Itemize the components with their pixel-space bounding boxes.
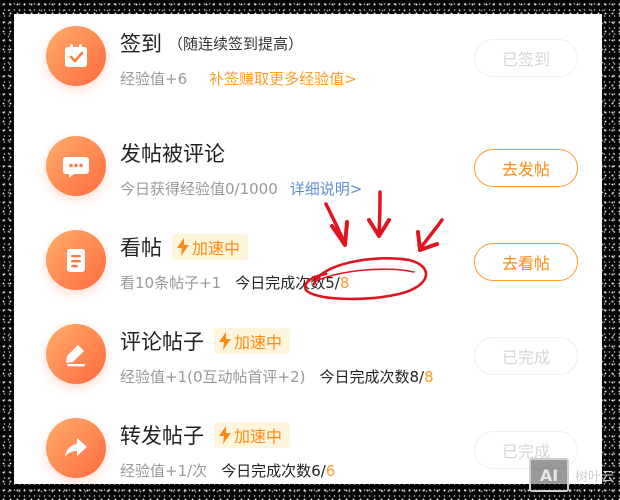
task-subtitle: 看10条帖子+1 今日完成次数5/8 <box>120 272 349 293</box>
completion-count: 今日完成次数6/6 <box>221 462 336 480</box>
watermark: AI 树叶云 <box>528 458 614 492</box>
task-subtitle: 经验值+6 补签赚取更多经验值> <box>120 68 357 89</box>
completed-button[interactable]: 已完成 <box>474 337 578 375</box>
document-icon <box>46 230 106 290</box>
speedup-badge: 加速中 <box>172 234 249 260</box>
task-title-note: （随连续签到提高） <box>168 34 304 53</box>
pen-icon <box>46 324 106 384</box>
task-row-checkin: 签到 （随连续签到提高） 经验值+6 补签赚取更多经验值> 已签到 <box>14 14 602 98</box>
task-list-card: 签到 （随连续签到提高） 经验值+6 补签赚取更多经验值> 已签到 发帖被评论 今… <box>14 14 602 484</box>
task-reward: 经验值+1(0互动帖首评+2) <box>120 368 306 386</box>
task-row-post-commented: 发帖被评论 今日获得经验值0/1000 详细说明> 去发帖 <box>14 116 602 208</box>
calendar-check-icon <box>46 26 106 86</box>
completion-count: 今日完成次数5/8 <box>235 274 350 292</box>
task-reward: 经验值+6 <box>120 70 188 88</box>
task-subtitle: 经验值+1/次 今日完成次数6/6 <box>120 460 335 481</box>
task-row-share-posts: 转发帖子 加速中 经验值+1/次 今日完成次数6/6 已完成 <box>14 398 602 484</box>
task-row-view-posts: 看帖 加速中 看10条帖子+1 今日完成次数5/8 去看帖 <box>14 210 602 302</box>
task-title: 看帖 加速中 <box>120 232 249 262</box>
lightning-icon <box>219 426 231 444</box>
speedup-badge: 加速中 <box>214 328 291 354</box>
task-title: 签到 （随连续签到提高） <box>120 32 304 56</box>
task-title: 评论帖子 加速中 <box>120 326 291 356</box>
chat-bubble-icon <box>46 136 106 196</box>
lightning-icon <box>177 238 189 256</box>
task-reward: 今日获得经验值0/1000 <box>120 180 278 198</box>
share-arrow-icon <box>46 418 106 478</box>
task-subtitle: 经验值+1(0互动帖首评+2) 今日完成次数8/8 <box>120 366 434 387</box>
task-subtitle: 今日获得经验值0/1000 详细说明> <box>120 178 362 199</box>
checked-in-button[interactable]: 已签到 <box>474 39 578 77</box>
speedup-badge: 加速中 <box>214 422 291 448</box>
go-post-button[interactable]: 去发帖 <box>474 149 578 187</box>
watermark-logo: AI <box>528 458 569 492</box>
task-title: 发帖被评论 <box>120 142 225 166</box>
details-link[interactable]: 详细说明> <box>290 180 363 198</box>
task-row-comment-posts: 评论帖子 加速中 经验值+1(0互动帖首评+2) 今日完成次数8/8 已完成 <box>14 304 602 396</box>
task-reward: 经验值+1/次 <box>120 462 208 480</box>
completion-count: 今日完成次数8/8 <box>319 368 434 386</box>
go-view-button[interactable]: 去看帖 <box>474 243 578 281</box>
lightning-icon <box>219 332 231 350</box>
task-title: 转发帖子 加速中 <box>120 420 291 450</box>
watermark-text: 树叶云 <box>574 469 614 485</box>
task-reward: 看10条帖子+1 <box>120 274 222 292</box>
makeup-checkin-link[interactable]: 补签赚取更多经验值> <box>209 70 357 88</box>
